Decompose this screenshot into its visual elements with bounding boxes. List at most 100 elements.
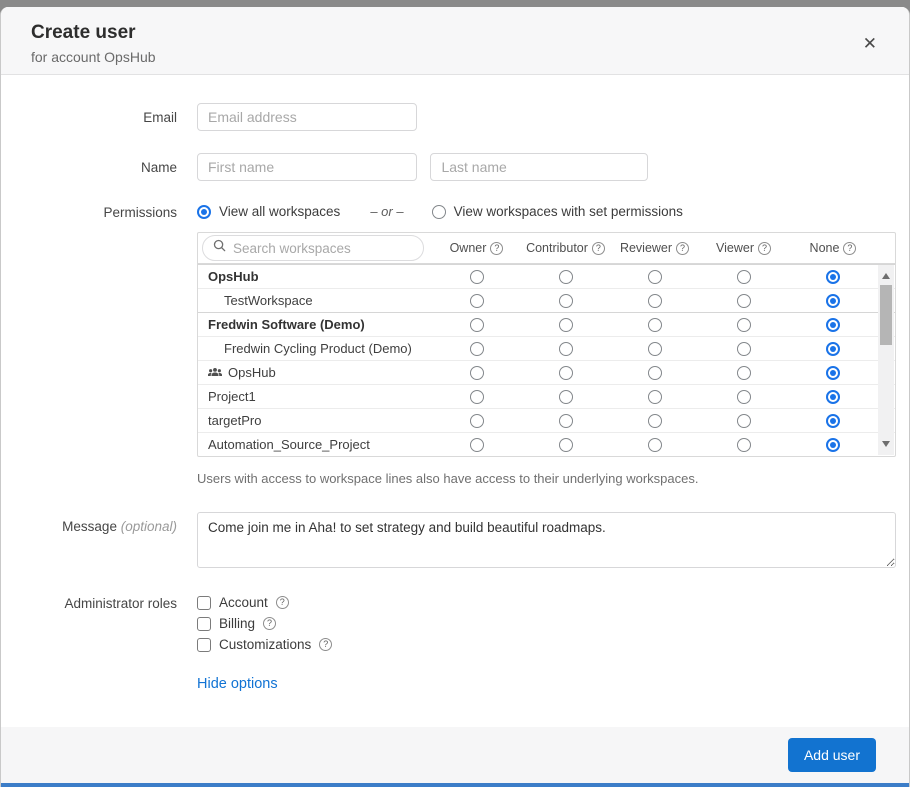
table-row: Project1: [198, 384, 895, 408]
radio-owner[interactable]: [470, 270, 484, 284]
radio-owner[interactable]: [470, 342, 484, 356]
radio-owner[interactable]: [470, 318, 484, 332]
radio-contributor[interactable]: [559, 414, 573, 428]
question-icon[interactable]: ?: [843, 242, 856, 255]
last-name-field[interactable]: [430, 153, 648, 181]
table-row: TestWorkspace: [198, 288, 895, 312]
column-header-owner: Owner ?: [432, 241, 521, 255]
radio-reviewer[interactable]: [648, 342, 662, 356]
name-row: Name: [1, 153, 909, 181]
radio-none[interactable]: [826, 318, 840, 332]
admin-roles-row: Administrator roles Account ? Billing ?: [1, 595, 909, 652]
workspace-table-row: Owner ? Contributor ? Reviewer ?: [1, 232, 909, 457]
close-icon[interactable]: ✕: [863, 35, 877, 52]
message-field[interactable]: Come join me in Aha! to set strategy and…: [197, 512, 896, 568]
column-header-contributor: Contributor ?: [521, 241, 610, 255]
window-bottom-strip: [1, 783, 909, 787]
radio-reviewer[interactable]: [648, 318, 662, 332]
radio-reviewer[interactable]: [648, 366, 662, 380]
radio-contributor[interactable]: [559, 294, 573, 308]
customizations-checkbox[interactable]: [197, 638, 211, 652]
radio-none[interactable]: [826, 294, 840, 308]
radio-none[interactable]: [826, 438, 840, 452]
radio-contributor[interactable]: [559, 342, 573, 356]
account-role-option[interactable]: Account ?: [197, 595, 332, 610]
question-icon[interactable]: ?: [676, 242, 689, 255]
workspace-name: Fredwin Cycling Product (Demo): [198, 341, 432, 356]
create-user-modal: Create user for account OpsHub ✕ Email N…: [0, 7, 910, 787]
table-row: targetPro: [198, 408, 895, 432]
radio-contributor[interactable]: [559, 318, 573, 332]
view-set-permissions-option[interactable]: View workspaces with set permissions: [432, 204, 683, 219]
view-all-workspaces-option[interactable]: View all workspaces: [197, 204, 340, 219]
radio-none[interactable]: [826, 414, 840, 428]
permissions-row: Permissions View all workspaces – or – V…: [1, 203, 909, 220]
workspace-name: targetPro: [198, 413, 432, 428]
page-title: Create user: [31, 22, 879, 44]
radio-viewer[interactable]: [737, 366, 751, 380]
message-label: Message (optional): [1, 512, 177, 534]
radio-viewer[interactable]: [737, 438, 751, 452]
view-all-label: View all workspaces: [219, 204, 340, 219]
question-icon[interactable]: ?: [592, 242, 605, 255]
modal-body: Email Name Permissions Vie: [1, 75, 909, 727]
search-input[interactable]: [226, 237, 396, 259]
account-checkbox[interactable]: [197, 596, 211, 610]
radio-reviewer[interactable]: [648, 414, 662, 428]
radio-none[interactable]: [826, 390, 840, 404]
radio-owner[interactable]: [470, 366, 484, 380]
radio-viewer[interactable]: [737, 414, 751, 428]
column-header-viewer: Viewer ?: [699, 241, 788, 255]
radio-none[interactable]: [826, 270, 840, 284]
question-icon[interactable]: ?: [263, 617, 276, 630]
question-icon[interactable]: ?: [276, 596, 289, 609]
workspace-name: Fredwin Software (Demo): [198, 317, 432, 332]
view-all-radio[interactable]: [197, 205, 211, 219]
radio-none[interactable]: [826, 366, 840, 380]
question-icon[interactable]: ?: [319, 638, 332, 651]
add-user-button[interactable]: Add user: [788, 738, 876, 772]
billing-checkbox[interactable]: [197, 617, 211, 631]
radio-viewer[interactable]: [737, 294, 751, 308]
table-scrollbar[interactable]: [878, 265, 894, 455]
scroll-down-icon[interactable]: [882, 441, 890, 447]
admin-roles-label: Administrator roles: [1, 595, 177, 611]
first-name-field[interactable]: [197, 153, 417, 181]
view-set-radio[interactable]: [432, 205, 446, 219]
message-row: Message (optional) Come join me in Aha! …: [1, 512, 909, 573]
email-field[interactable]: [197, 103, 417, 131]
question-icon[interactable]: ?: [758, 242, 771, 255]
radio-contributor[interactable]: [559, 438, 573, 452]
radio-reviewer[interactable]: [648, 270, 662, 284]
radio-owner[interactable]: [470, 390, 484, 404]
email-label: Email: [1, 103, 177, 125]
radio-contributor[interactable]: [559, 270, 573, 284]
customizations-label: Customizations: [219, 637, 311, 652]
question-icon[interactable]: ?: [490, 242, 503, 255]
customizations-role-option[interactable]: Customizations ?: [197, 637, 332, 652]
scroll-up-icon[interactable]: [882, 273, 890, 279]
modal-header: Create user for account OpsHub ✕: [1, 7, 909, 75]
radio-reviewer[interactable]: [648, 294, 662, 308]
hide-options-link[interactable]: Hide options: [197, 676, 278, 692]
radio-owner[interactable]: [470, 438, 484, 452]
radio-contributor[interactable]: [559, 390, 573, 404]
radio-owner[interactable]: [470, 294, 484, 308]
radio-viewer[interactable]: [737, 342, 751, 356]
radio-reviewer[interactable]: [648, 438, 662, 452]
scrollbar-thumb[interactable]: [880, 285, 892, 345]
workspace-permissions-table: Owner ? Contributor ? Reviewer ?: [197, 232, 896, 457]
radio-reviewer[interactable]: [648, 390, 662, 404]
workspace-search[interactable]: [202, 235, 424, 261]
radio-contributor[interactable]: [559, 366, 573, 380]
radio-owner[interactable]: [470, 414, 484, 428]
radio-viewer[interactable]: [737, 318, 751, 332]
table-row: OpsHub: [198, 360, 895, 384]
table-row: Automation_Source_Project: [198, 432, 895, 456]
radio-none[interactable]: [826, 342, 840, 356]
modal-footer: Add user: [1, 727, 909, 783]
radio-viewer[interactable]: [737, 270, 751, 284]
billing-role-option[interactable]: Billing ?: [197, 616, 332, 631]
radio-viewer[interactable]: [737, 390, 751, 404]
email-row: Email: [1, 103, 909, 131]
